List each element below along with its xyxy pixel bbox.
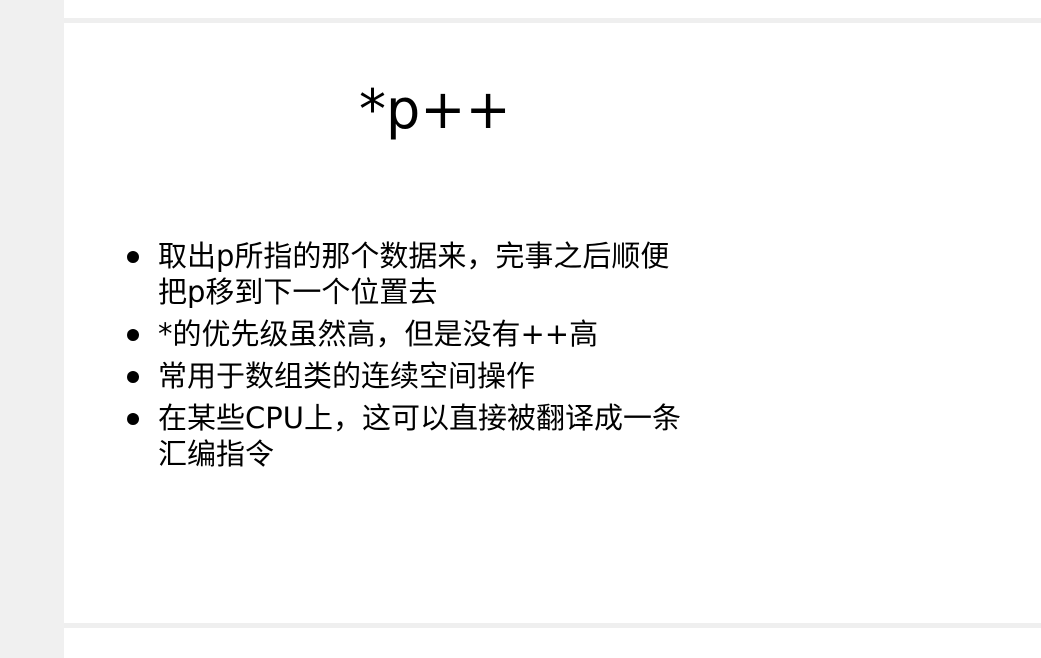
bullet-dot-icon (127, 329, 139, 341)
bullet-list: 取出p所指的那个数据来，完事之后顺便 把p移到下一个位置去 *的优先级虽然高，但… (125, 238, 745, 478)
bullet-text-line1: 取出p所指的那个数据来，完事之后顺便 (158, 239, 670, 273)
left-gutter (0, 0, 64, 658)
bullet-text-line1: *的优先级虽然高，但是没有++高 (158, 317, 599, 351)
bullet-text-line2: 把p移到下一个位置去 (158, 275, 438, 309)
bullet-item: 取出p所指的那个数据来，完事之后顺便 把p移到下一个位置去 (125, 238, 745, 310)
bullet-text-line1: 常用于数组类的连续空间操作 (158, 359, 536, 393)
bullet-item: 常用于数组类的连续空间操作 (125, 358, 745, 394)
bullet-text-line1: 在某些CPU上，这可以直接被翻译成一条 (158, 401, 681, 435)
bullet-dot-icon (127, 251, 139, 263)
bottom-divider (64, 623, 1041, 628)
bullet-item: *的优先级虽然高，但是没有++高 (125, 316, 745, 352)
bullet-item: 在某些CPU上，这可以直接被翻译成一条 汇编指令 (125, 400, 745, 472)
bullet-dot-icon (127, 371, 139, 383)
bullet-text-line2: 汇编指令 (158, 437, 275, 471)
bullet-dot-icon (127, 413, 139, 425)
top-divider (64, 18, 1041, 23)
slide-title: *p++ (359, 78, 511, 141)
